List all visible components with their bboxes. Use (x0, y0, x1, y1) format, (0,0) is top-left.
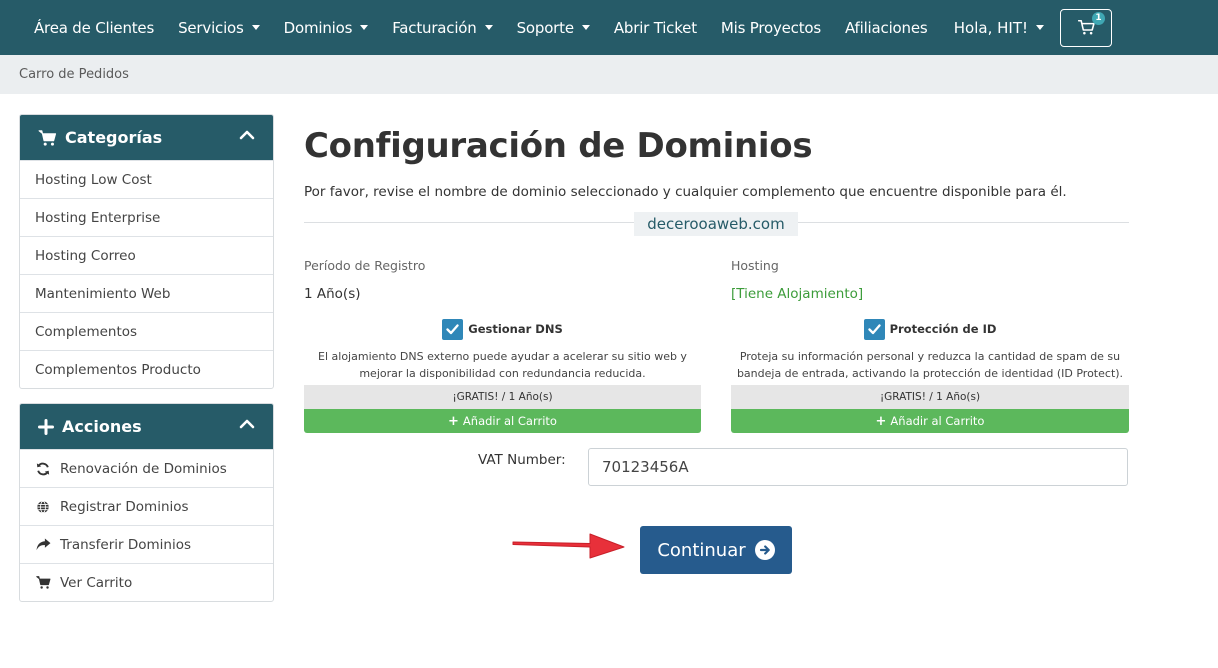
addon-dns-header: Gestionar DNS (304, 318, 701, 340)
nav-label: Soporte (516, 18, 574, 37)
addon-id-header: Protección de ID (731, 318, 1129, 340)
action-ver-carrito[interactable]: Ver Carrito (20, 563, 273, 601)
category-complementos-producto[interactable]: Complementos Producto (20, 350, 273, 388)
category-hosting-correo[interactable]: Hosting Correo (20, 236, 273, 274)
categories-panel-header[interactable]: Categorías (20, 115, 273, 160)
caret-down-icon (251, 25, 260, 30)
addon-dns-name: Gestionar DNS (468, 322, 563, 336)
addon-id-name: Protección de ID (889, 322, 997, 336)
nav-mis-proyectos[interactable]: Mis Proyectos (709, 0, 833, 55)
addon-dns-add-button[interactable]: + Añadir al Carrito (304, 409, 701, 433)
cart-icon (35, 575, 51, 591)
user-greeting: Hola, HIT! (953, 18, 1028, 37)
plus-icon: + (448, 413, 459, 429)
nav-soporte[interactable]: Soporte (505, 0, 602, 55)
category-hosting-enterprise[interactable]: Hosting Enterprise (20, 198, 273, 236)
categories-panel: Categorías Hosting Low Cost Hosting Ente… (19, 114, 274, 389)
nav-servicios[interactable]: Servicios (166, 0, 272, 55)
page-title: Configuración de Dominios (304, 126, 813, 166)
plus-icon (38, 418, 54, 435)
vat-number-input[interactable] (588, 448, 1128, 486)
action-renovacion-dominios[interactable]: Renovación de Dominios (20, 449, 273, 487)
action-registrar-dominios[interactable]: Registrar Dominios (20, 487, 273, 525)
nav-label: Facturación (392, 18, 477, 37)
page-subtitle: Por favor, revise el nombre de dominio s… (304, 184, 1067, 200)
actions-title: Acciones (62, 417, 142, 436)
list-item-label: Complementos (35, 323, 138, 340)
continue-button[interactable]: Continuar (640, 526, 792, 574)
list-item-label: Hosting Low Cost (35, 171, 152, 188)
action-transferir-dominios[interactable]: Transferir Dominios (20, 525, 273, 563)
nav-label: Afiliaciones (845, 18, 928, 37)
cart-icon (38, 129, 57, 146)
addon-dns-description: El alojamiento DNS externo puede ayudar … (318, 350, 687, 380)
period-label: Período de Registro (304, 258, 426, 273)
category-mantenimiento-web[interactable]: Mantenimiento Web (20, 274, 273, 312)
check-icon (867, 323, 881, 334)
list-item-label: Hosting Correo (35, 247, 136, 264)
breadcrumb-bar: Carro de Pedidos (0, 55, 1218, 94)
cart-icon (1077, 20, 1095, 35)
caret-down-icon (1036, 25, 1044, 30)
vat-label: VAT Number: (478, 452, 566, 468)
addon-id-protection: Protección de ID Proteja su información … (731, 318, 1129, 433)
caret-down-icon (484, 25, 493, 30)
check-icon (446, 323, 459, 334)
globe-icon (35, 499, 51, 515)
nav-facturacion[interactable]: Facturación (380, 0, 504, 55)
chevron-up-icon[interactable] (239, 416, 255, 432)
list-item-label: Registrar Dominios (60, 498, 189, 515)
user-menu[interactable]: Hola, HIT! (954, 19, 1044, 37)
list-item-label: Transferir Dominios (60, 536, 192, 553)
domain-name-label: decerooaweb.com (634, 212, 798, 236)
nav-abrir-ticket[interactable]: Abrir Ticket (602, 0, 709, 55)
nav-dominios[interactable]: Dominios (272, 0, 381, 55)
list-item-label: Complementos Producto (35, 361, 201, 378)
continue-label: Continuar (657, 539, 746, 561)
nav-label: Mis Proyectos (720, 18, 822, 37)
addon-dns: Gestionar DNS El alojamiento DNS externo… (304, 318, 701, 433)
breadcrumb: Carro de Pedidos (19, 67, 129, 82)
refresh-icon (35, 461, 51, 477)
category-complementos[interactable]: Complementos (20, 312, 273, 350)
add-label: Añadir al Carrito (462, 414, 557, 428)
category-hosting-low-cost[interactable]: Hosting Low Cost (20, 160, 273, 198)
cart-button[interactable]: 1 (1060, 8, 1112, 47)
plus-icon: + (875, 413, 887, 429)
cart-count-badge: 1 (1092, 11, 1105, 25)
addon-id-description: Proteja su información personal y reduzc… (736, 350, 1124, 380)
arrow-right-circle-icon (754, 540, 775, 560)
nav-label: Dominios (283, 18, 353, 37)
addon-dns-price: ¡GRATIS! / 1 Año(s) (304, 385, 701, 409)
nav-area-clientes[interactable]: Área de Clientes (22, 0, 166, 55)
id-protection-checkbox[interactable] (863, 318, 885, 340)
addon-id-price: ¡GRATIS! / 1 Año(s) (731, 385, 1129, 409)
period-value: 1 Año(s) (304, 286, 361, 302)
hosting-value: [Tiene Alojamiento] (731, 286, 864, 302)
hosting-label: Hosting (731, 258, 779, 273)
list-item-label: Renovación de Dominios (60, 460, 227, 477)
share-icon (35, 537, 51, 553)
categories-title: Categorías (65, 128, 163, 147)
actions-panel: Acciones Renovación de Dominios Registra… (19, 403, 274, 602)
top-navbar: Área de Clientes Servicios Dominios Fact… (0, 0, 1218, 55)
caret-down-icon (581, 25, 590, 30)
addon-id-add-button[interactable]: + Añadir al Carrito (731, 409, 1129, 433)
chevron-up-icon[interactable] (239, 127, 255, 143)
add-label: Añadir al Carrito (890, 414, 985, 428)
nav-label: Servicios (178, 18, 244, 37)
caret-down-icon (360, 25, 369, 30)
annotation-arrow-icon (512, 533, 625, 559)
nav-label: Área de Clientes (34, 18, 155, 37)
nav-label: Abrir Ticket (613, 18, 697, 37)
list-item-label: Mantenimiento Web (35, 285, 171, 302)
actions-panel-header[interactable]: Acciones (20, 404, 273, 449)
nav-afiliaciones[interactable]: Afiliaciones (833, 0, 939, 55)
list-item-label: Ver Carrito (60, 574, 133, 591)
nav-right: Hola, HIT! 1 (954, 0, 1218, 55)
dns-checkbox[interactable] (442, 318, 464, 340)
list-item-label: Hosting Enterprise (35, 209, 161, 226)
